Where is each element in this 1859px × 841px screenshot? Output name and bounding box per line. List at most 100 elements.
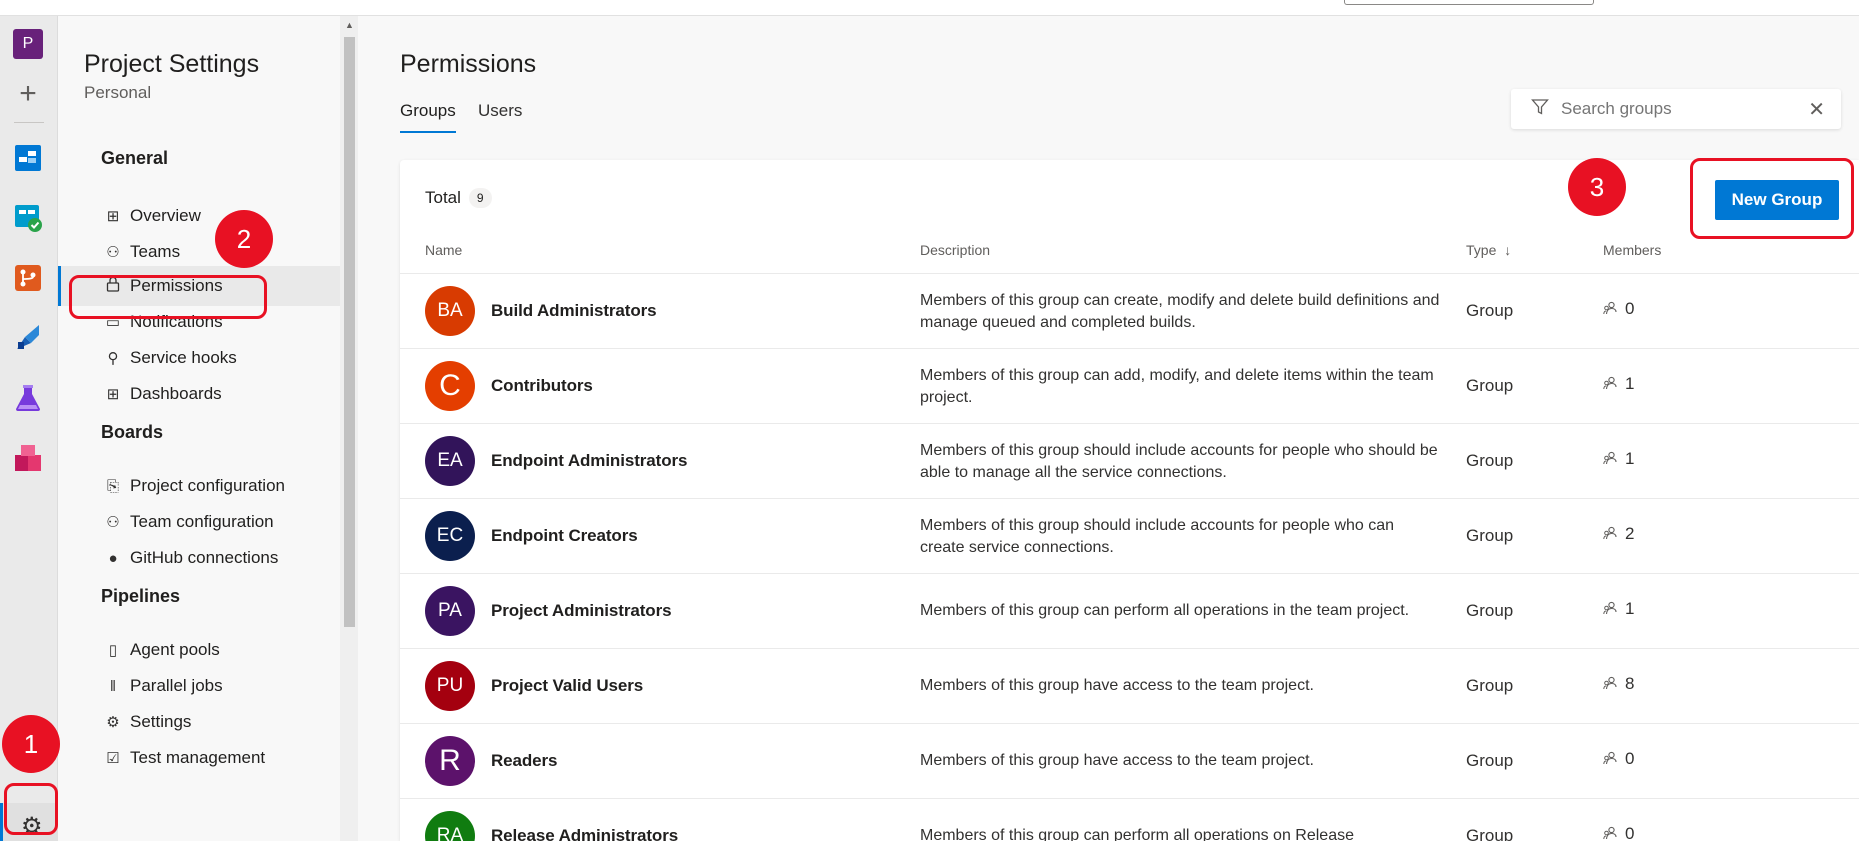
nav-item-parallel-jobs[interactable]: ‖ Parallel jobs [58, 666, 340, 706]
settings-icon: ⚙ [106, 714, 120, 731]
group-description: Members of this group can perform all op… [920, 827, 1354, 841]
service-hooks-icon: ⚲ [107, 350, 119, 367]
table-row[interactable]: RA Release Administrators Members of this … [400, 799, 1859, 841]
column-header-type-label: Type [1466, 242, 1497, 258]
tab-groups[interactable]: Groups [400, 101, 456, 133]
pipelines-nav[interactable] [12, 322, 44, 354]
group-description: Members of this group have access to the… [920, 752, 1314, 769]
group-type: Group [1466, 826, 1514, 841]
group-description: Members of this group have access to the… [920, 677, 1314, 694]
search-groups-box[interactable]: ✕ [1511, 89, 1841, 129]
parallel-jobs-icon: ‖ [109, 677, 117, 695]
nav-item-agent-pools[interactable]: ▯ Agent pools [58, 630, 340, 670]
rail-divider [14, 122, 44, 123]
repos-nav[interactable] [12, 262, 44, 294]
group-members: 1 [1603, 599, 1634, 619]
column-header-type[interactable]: Type ↓ [1466, 242, 1511, 258]
scroll-up-icon[interactable]: ▲ [345, 20, 354, 30]
section-pipelines: Pipelines [101, 586, 181, 606]
nav-item-overview[interactable]: ⊞ Overview [58, 196, 340, 236]
close-icon[interactable]: ✕ [1808, 97, 1825, 122]
group-name[interactable]: Project Administrators [491, 601, 672, 621]
total-count-badge: 9 [468, 188, 492, 208]
group-avatar: EA [425, 436, 475, 486]
table-row[interactable]: PA Project Administrators Members of this … [400, 574, 1859, 649]
boards-check-nav[interactable] [12, 202, 44, 234]
group-members: 0 [1603, 749, 1634, 769]
team-configuration-icon: ⚇ [106, 514, 120, 531]
group-type: Group [1466, 676, 1514, 695]
artifacts-nav[interactable] [12, 442, 44, 474]
group-description: Members of this group should include acc… [920, 517, 1395, 556]
boards-nav[interactable] [12, 142, 44, 174]
table-row[interactable]: PU Project Valid Users Members of this gro… [400, 649, 1859, 724]
table-row[interactable]: C Contributors Members of this group can a… [400, 349, 1859, 424]
table-row[interactable]: EC Endpoint Creators Members of this group… [400, 499, 1859, 574]
table-row[interactable]: BA Build Administrators Members of this gr… [400, 274, 1859, 349]
nav-item-team-configuration[interactable]: ⚇ Team configuration [58, 502, 340, 542]
nav-item-label: Dashboards [130, 384, 222, 403]
nav-item-label: Project configuration [130, 476, 285, 495]
github-icon: ● [108, 549, 118, 567]
nav-item-service-hooks[interactable]: ⚲ Service hooks [58, 338, 340, 378]
group-members: 1 [1603, 449, 1634, 469]
annotation-box-permissions [69, 275, 267, 319]
test-plans-nav[interactable] [12, 382, 44, 414]
group-members: 1 [1603, 374, 1634, 394]
nav-item-github-connections[interactable]: ● GitHub connections [58, 538, 340, 578]
group-type: Group [1466, 601, 1514, 620]
column-header-members[interactable]: Members [1603, 242, 1661, 258]
nav-item-label: Agent pools [130, 640, 220, 659]
group-type: Group [1466, 526, 1514, 545]
search-groups-input[interactable] [1561, 99, 1801, 119]
tab-users[interactable]: Users [478, 101, 522, 131]
artifacts-icon [15, 445, 41, 471]
group-description: Members of this group can perform all op… [920, 602, 1410, 619]
add-button[interactable]: + [12, 78, 44, 110]
nav-item-test-management[interactable]: ☑ Test management [58, 738, 340, 778]
members-icon [1603, 301, 1617, 318]
app-root: P + ⚙ Project Settings Personal General … [0, 0, 1859, 841]
nav-scrollbar-thumb[interactable] [344, 37, 355, 627]
project-avatar[interactable]: P [12, 28, 44, 60]
group-name[interactable]: Endpoint Administrators [491, 451, 687, 471]
column-header-name[interactable]: Name [425, 242, 462, 258]
nav-item-dashboards[interactable]: ⊞ Dashboards [58, 374, 340, 414]
group-avatar: EC [425, 511, 475, 561]
plus-icon: + [19, 77, 37, 110]
group-name[interactable]: Build Administrators [491, 301, 657, 321]
group-name[interactable]: Project Valid Users [491, 676, 643, 696]
members-count: 1 [1625, 599, 1635, 618]
table-row[interactable]: EA Endpoint Administrators Members of this… [400, 424, 1859, 499]
members-count: 2 [1625, 524, 1635, 543]
boards-icon [15, 145, 41, 171]
group-avatar: RA [425, 811, 475, 841]
group-name[interactable]: Release Administrators [491, 826, 678, 841]
table-row[interactable]: R Readers Members of this group have acces… [400, 724, 1859, 799]
page-title: Permissions [400, 50, 537, 78]
column-header-description[interactable]: Description [920, 242, 990, 258]
annotation-badge-1: 1 [2, 715, 60, 773]
repos-icon [15, 265, 41, 291]
agent-pools-icon: ▯ [108, 642, 118, 659]
group-type: Group [1466, 376, 1514, 395]
top-search-box[interactable] [1344, 0, 1594, 5]
members-count: 8 [1625, 674, 1635, 693]
group-name[interactable]: Readers [491, 751, 558, 771]
overview-icon: ⊞ [106, 208, 120, 225]
group-type: Group [1466, 451, 1514, 470]
group-avatar: PU [425, 661, 475, 711]
group-type: Group [1466, 301, 1514, 320]
nav-item-project-configuration[interactable]: ⎘ Project configuration [58, 466, 340, 506]
dashboards-icon: ⊞ [106, 386, 120, 403]
nav-item-settings[interactable]: ⚙ Settings [58, 702, 340, 742]
group-name[interactable]: Contributors [491, 376, 593, 396]
nav-scrollbar[interactable]: ▲ [340, 16, 358, 841]
group-name[interactable]: Endpoint Creators [491, 526, 638, 546]
total-label: Total 9 [425, 188, 492, 208]
boards-check-icon [15, 205, 42, 232]
nav-item-label: Team configuration [130, 512, 274, 531]
members-count: 0 [1625, 299, 1635, 318]
test-management-icon: ☑ [106, 750, 120, 767]
group-avatar: BA [425, 286, 475, 336]
